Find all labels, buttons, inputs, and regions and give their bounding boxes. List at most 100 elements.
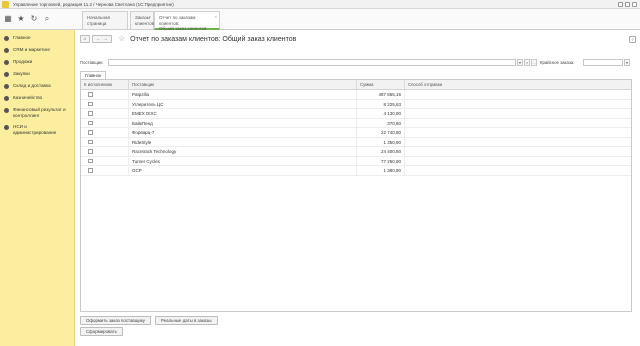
supplier-field[interactable] xyxy=(108,59,516,66)
table-row[interactable]: Turner Cycles 77 250,80 xyxy=(81,156,631,166)
column-header[interactable]: Поставщик xyxy=(129,80,357,89)
shipping-cell[interactable] xyxy=(405,166,631,175)
tab-home-label: Начальная страница xyxy=(87,15,110,26)
table-row[interactable]: EMEX DIXC 4 130,80 xyxy=(81,109,631,119)
order-date-dropdown-icon[interactable]: ▾ xyxy=(624,59,630,66)
supplier-cell: Углеритель ЦС xyxy=(129,99,357,108)
shipping-cell[interactable] xyxy=(405,138,631,147)
real-dates-button[interactable]: Реальные даты в заказы xyxy=(154,316,218,325)
sidebar-item-label: НСИ и администрирование xyxy=(13,124,57,135)
column-header[interactable]: Способ отправки xyxy=(405,80,631,89)
crm-icon xyxy=(4,47,9,53)
window-controls xyxy=(618,1,640,7)
shipping-cell[interactable] xyxy=(405,100,631,109)
supplier-cell: Racetrack Technology xyxy=(129,147,357,156)
supplier-cell: GCP xyxy=(129,166,357,175)
sidebar-item-treasury[interactable]: Казначейство xyxy=(0,92,74,104)
row-checkbox[interactable] xyxy=(88,158,93,163)
row-checkbox[interactable] xyxy=(88,111,93,116)
column-header[interactable]: К исполнению xyxy=(81,80,129,89)
maximize-icon[interactable] xyxy=(625,1,630,7)
order-supplier-button[interactable]: Оформить заказ поставщику xyxy=(80,316,151,325)
filter-row: Поставщик: ▾ × … Крайсное заказа: ▾ xyxy=(80,59,632,67)
tab-customer-orders-label: Заказы клиентов xyxy=(135,15,155,26)
home-icon xyxy=(4,35,9,41)
table-row[interactable]: RideStyle 1 350,80 xyxy=(81,137,631,147)
sum-cell: 22 740,80 xyxy=(357,128,405,137)
tab-customer-orders[interactable]: Заказы клиентов × xyxy=(130,11,154,29)
sidebar-item-crm[interactable]: CRM и маркетинг xyxy=(0,44,74,56)
table-row[interactable]: БайкПенд 370,80 xyxy=(81,118,631,128)
row-checkbox[interactable] xyxy=(88,149,93,154)
tab-report-label-line1: Отчет по заказам клиентов: xyxy=(159,15,196,26)
close-tab-icon[interactable]: × xyxy=(215,14,217,20)
finance-icon xyxy=(4,107,9,113)
back-forward-icon[interactable]: ← → xyxy=(92,35,112,43)
window-title: Управление торговлей, редакция 11.2 / Че… xyxy=(13,1,174,7)
supplier-label: Поставщик: xyxy=(80,60,104,65)
shipping-cell[interactable] xyxy=(405,119,631,128)
table-row[interactable]: Patpzilla 487 865,15 xyxy=(81,90,631,100)
sidebar-item-warehouse[interactable]: Склад и доставка xyxy=(0,80,74,92)
row-checkbox[interactable] xyxy=(88,139,93,144)
supplier-cell: EMEX DIXC xyxy=(129,109,357,118)
treasury-icon xyxy=(4,95,9,101)
row-checkbox[interactable] xyxy=(88,101,93,106)
sidebar-item-purchases[interactable]: Закупки xyxy=(0,68,74,80)
table-header: К исполнению Поставщик Сумма Способ отпр… xyxy=(81,80,631,90)
supplier-clear-icon[interactable]: × xyxy=(524,59,530,66)
sum-cell: 1 350,80 xyxy=(357,137,405,146)
close-icon[interactable] xyxy=(632,1,637,7)
shipping-cell[interactable] xyxy=(405,157,631,166)
tab-report[interactable]: Отчет по заказам клиентов: Общий заказ к… xyxy=(154,11,220,31)
shipping-cell[interactable] xyxy=(405,109,631,118)
sidebar-item-label: Продажи xyxy=(13,59,33,64)
table-row[interactable]: GCP 1 380,80 xyxy=(81,166,631,176)
row-checkbox[interactable] xyxy=(88,120,93,125)
supplier-dropdown-icon[interactable]: ▾ xyxy=(517,59,523,66)
history-icon[interactable]: ↻ xyxy=(29,14,39,24)
bottom-buttons: Оформить заказ поставщику Реальные даты … xyxy=(80,316,218,325)
sum-cell: 8 225,63 xyxy=(357,99,405,108)
sidebar-item-finance[interactable]: Финансовый результат и контроллинг xyxy=(0,104,74,121)
shipping-cell[interactable] xyxy=(405,128,631,137)
help-icon[interactable]: ? xyxy=(629,36,636,43)
form-report-button[interactable]: Сформировать xyxy=(80,327,123,336)
apps-grid-icon[interactable]: ▦ xyxy=(3,14,13,24)
supplier-select-icon[interactable]: … xyxy=(531,59,537,66)
sum-cell: 487 865,15 xyxy=(357,90,405,99)
shipping-cell[interactable] xyxy=(405,147,631,156)
supplier-cell: Turner Cycles xyxy=(129,156,357,165)
sidebar-item-main[interactable]: Главное xyxy=(0,32,74,44)
order-date-label: Крайсное заказа: xyxy=(540,60,575,65)
main-content: ⌂ ← → ☆ Отчет по заказам клиентов: Общий… xyxy=(76,30,640,346)
row-checkbox[interactable] xyxy=(88,92,93,97)
sidebar-item-label: Финансовый результат и контроллинг xyxy=(13,107,66,118)
nav-row: ⌂ ← → ☆ Отчет по заказам клиентов: Общий… xyxy=(80,35,296,43)
sidebar-item-sales[interactable]: Продажи xyxy=(0,56,74,68)
table-row[interactable]: Форварц-7 22 740,80 xyxy=(81,128,631,138)
shipping-cell[interactable] xyxy=(405,90,631,99)
sidebar-item-label: CRM и маркетинг xyxy=(13,47,51,52)
row-checkbox[interactable] xyxy=(88,130,93,135)
search-icon[interactable]: ⌕ xyxy=(42,14,52,24)
sidebar-item-label: Закупки xyxy=(13,71,30,76)
minimize-icon[interactable] xyxy=(618,1,623,7)
row-checkbox[interactable] xyxy=(88,168,93,173)
favorites-star-icon[interactable]: ★ xyxy=(16,14,26,24)
supplier-cell: Форварц-7 xyxy=(129,128,357,137)
table-row[interactable]: Racetrack Technology 24 400,80 xyxy=(81,147,631,157)
column-header[interactable]: Сумма xyxy=(357,80,405,89)
sidebar-item-admin[interactable]: НСИ и администрирование xyxy=(0,121,74,138)
main-toolbar: ▦ ★ ↻ ⌕ Начальная страница Заказы клиент… xyxy=(0,9,640,31)
order-date-field[interactable] xyxy=(583,59,623,66)
table-row[interactable]: Углеритель ЦС 8 225,63 xyxy=(81,99,631,109)
tab-home[interactable]: Начальная страница xyxy=(82,11,128,29)
close-tab-icon[interactable]: × xyxy=(149,14,151,20)
tab-main[interactable]: Главное xyxy=(80,71,107,79)
favorite-star-icon[interactable]: ☆ xyxy=(118,35,125,43)
sidebar: Главное CRM и маркетинг Продажи Закупки … xyxy=(0,30,75,346)
sidebar-item-label: Казначейство xyxy=(13,95,43,100)
home-icon[interactable]: ⌂ xyxy=(80,35,90,43)
admin-icon xyxy=(4,124,9,130)
